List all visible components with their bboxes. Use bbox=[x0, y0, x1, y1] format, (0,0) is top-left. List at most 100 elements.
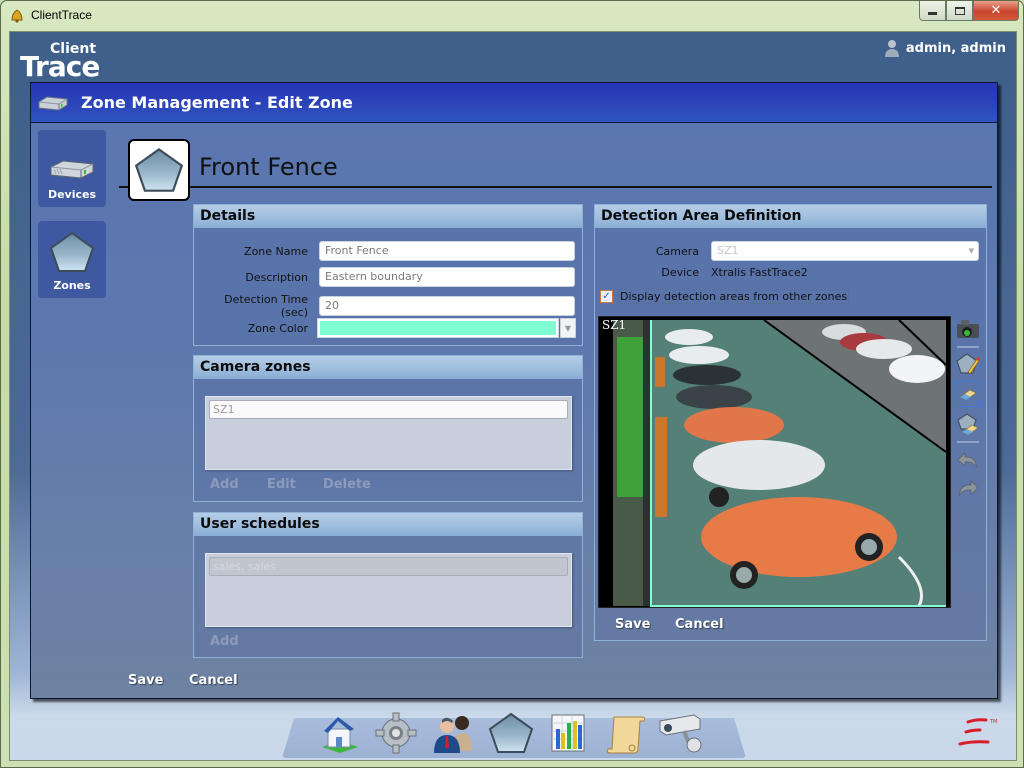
application-window: ClientTrace ✕ Client Trace admin, admin bbox=[0, 0, 1024, 768]
camera-select[interactable]: SZ1 ▼ bbox=[711, 241, 979, 261]
camera-feed-image bbox=[599, 317, 950, 607]
zone-name-row: Zone Name Front Fence bbox=[194, 241, 575, 261]
camera-zones-group: Camera zones SZ1 Add Edit Delete bbox=[193, 355, 583, 502]
checkbox-checked-icon: ✓ bbox=[600, 290, 613, 303]
list-item[interactable]: SZ1 bbox=[209, 400, 568, 419]
cancel-button[interactable]: Cancel bbox=[189, 673, 238, 688]
chevron-down-icon: ▼ bbox=[968, 247, 974, 255]
camera-zone-add-button[interactable]: Add bbox=[210, 477, 239, 492]
cctv-camera-icon bbox=[659, 714, 702, 753]
sidebar-item-devices[interactable]: Devices bbox=[38, 130, 106, 207]
maximize-icon bbox=[954, 6, 965, 15]
camera-select-value: SZ1 bbox=[717, 244, 739, 257]
user-schedule-add-button[interactable]: Add bbox=[210, 634, 239, 649]
device-row: Device Xtralis FastTrace2 bbox=[595, 266, 807, 279]
list-item[interactable]: sales, sales bbox=[209, 557, 568, 576]
xtralis-brand-mark: TM bbox=[958, 718, 997, 746]
user-schedules-group: User schedules sales, sales Add bbox=[193, 512, 583, 658]
zone-color-label: Zone Color bbox=[247, 321, 308, 335]
toolbar-separator bbox=[957, 441, 979, 443]
undo-button[interactable] bbox=[955, 447, 981, 473]
dock-home-button[interactable] bbox=[316, 710, 364, 756]
draw-polygon-button[interactable] bbox=[955, 351, 981, 377]
title-divider bbox=[119, 186, 992, 188]
dock-cameras-button[interactable] bbox=[658, 710, 706, 756]
minimize-button[interactable] bbox=[919, 1, 946, 21]
bottom-dock bbox=[282, 710, 746, 760]
dock-settings-button[interactable] bbox=[372, 710, 420, 756]
user-schedules-list[interactable]: sales, sales bbox=[205, 553, 572, 627]
sidebar-item-label: Zones bbox=[53, 279, 91, 292]
detection-save-button[interactable]: Save bbox=[615, 617, 650, 632]
bell-app-icon bbox=[11, 9, 23, 23]
camera-zone-delete-button[interactable]: Delete bbox=[323, 477, 371, 492]
zone-color-row: Zone Color ▼ bbox=[194, 318, 576, 338]
details-group: Details Zone Name Front Fence Descriptio… bbox=[193, 204, 583, 346]
save-button[interactable]: Save bbox=[128, 673, 163, 688]
detection-area-group: Detection Area Definition Camera SZ1 ▼ D… bbox=[594, 204, 987, 641]
zone-badge bbox=[128, 139, 190, 201]
log-scroll-icon bbox=[606, 716, 646, 754]
display-other-zones-checkbox[interactable]: ✓ Display detection areas from other zon… bbox=[600, 289, 850, 304]
zone-color-dropdown[interactable]: ▼ bbox=[560, 318, 576, 338]
camera-zones-heading: Camera zones bbox=[194, 356, 582, 379]
detection-time-row: Detection Time (sec) 20 bbox=[194, 293, 575, 319]
toolbar-separator bbox=[957, 346, 979, 348]
zone-color-picker[interactable] bbox=[317, 318, 559, 338]
camera-zone-edit-button[interactable]: Edit bbox=[267, 477, 296, 492]
device-label: Device bbox=[661, 266, 699, 279]
erase-all-icon bbox=[957, 413, 979, 436]
home-icon bbox=[322, 717, 358, 753]
user-name: admin, admin bbox=[905, 40, 1006, 56]
dock-log-button[interactable] bbox=[602, 710, 650, 756]
user-icon bbox=[884, 40, 899, 57]
detection-time-label: Detection Time (sec) bbox=[224, 293, 308, 319]
current-user[interactable]: admin, admin bbox=[884, 38, 1006, 58]
sidebar-item-zones[interactable]: Zones bbox=[38, 221, 106, 298]
panel-header: Zone Management - Edit Zone bbox=[31, 83, 997, 123]
svg-text:TM: TM bbox=[989, 719, 997, 725]
redo-icon bbox=[958, 480, 979, 497]
zone-name-label: Zone Name bbox=[244, 244, 308, 258]
description-input[interactable]: Eastern boundary bbox=[319, 267, 575, 287]
zone-name-input[interactable]: Front Fence bbox=[319, 241, 575, 261]
display-other-zones-label: Display detection areas from other zones bbox=[618, 289, 850, 304]
dock-zones-button[interactable] bbox=[487, 710, 535, 756]
description-label: Description bbox=[245, 270, 308, 284]
camera-zones-list[interactable]: SZ1 bbox=[205, 396, 572, 470]
server-icon bbox=[38, 95, 68, 111]
chevron-down-icon: ▼ bbox=[564, 323, 572, 333]
erase-selection-button[interactable] bbox=[955, 381, 981, 407]
sidebar-item-label: Devices bbox=[47, 188, 97, 201]
users-icon bbox=[434, 716, 472, 753]
detection-area-heading: Detection Area Definition bbox=[595, 205, 986, 228]
dock-users-button[interactable] bbox=[430, 710, 478, 756]
dock-reports-button[interactable] bbox=[544, 710, 592, 756]
settings-gear-icon bbox=[375, 712, 417, 754]
maximize-button[interactable] bbox=[946, 1, 973, 21]
title-bar: ClientTrace ✕ bbox=[1, 1, 1024, 31]
panel-title: Zone Management - Edit Zone bbox=[81, 93, 353, 112]
zone-management-panel: Zone Management - Edit Zone Devices Zone… bbox=[30, 82, 998, 699]
app-client-area: Client Trace admin, admin Zone Managemen… bbox=[9, 31, 1017, 761]
reports-chart-icon bbox=[551, 714, 585, 752]
detection-cancel-button[interactable]: Cancel bbox=[675, 617, 724, 632]
logo-trace-text: Trace bbox=[20, 50, 100, 83]
close-button[interactable]: ✕ bbox=[973, 1, 1019, 21]
erase-selection-icon bbox=[959, 389, 977, 401]
erase-all-button[interactable] bbox=[955, 411, 981, 437]
pentagon-icon bbox=[49, 231, 95, 272]
undo-icon bbox=[957, 452, 978, 469]
snapshot-button[interactable] bbox=[955, 316, 981, 342]
zones-pentagon-icon bbox=[488, 712, 534, 753]
draw-polygon-icon bbox=[956, 353, 980, 375]
window-title: ClientTrace bbox=[31, 8, 92, 22]
camera-row: Camera SZ1 ▼ bbox=[595, 241, 979, 261]
camera-video-view[interactable]: SZ1 bbox=[598, 316, 951, 608]
details-heading: Details bbox=[194, 205, 582, 228]
close-icon: ✕ bbox=[990, 3, 1002, 18]
zone-color-swatch bbox=[320, 321, 556, 335]
redo-button[interactable] bbox=[955, 475, 981, 501]
description-row: Description Eastern boundary bbox=[194, 267, 575, 287]
detection-time-input[interactable]: 20 bbox=[319, 296, 575, 316]
